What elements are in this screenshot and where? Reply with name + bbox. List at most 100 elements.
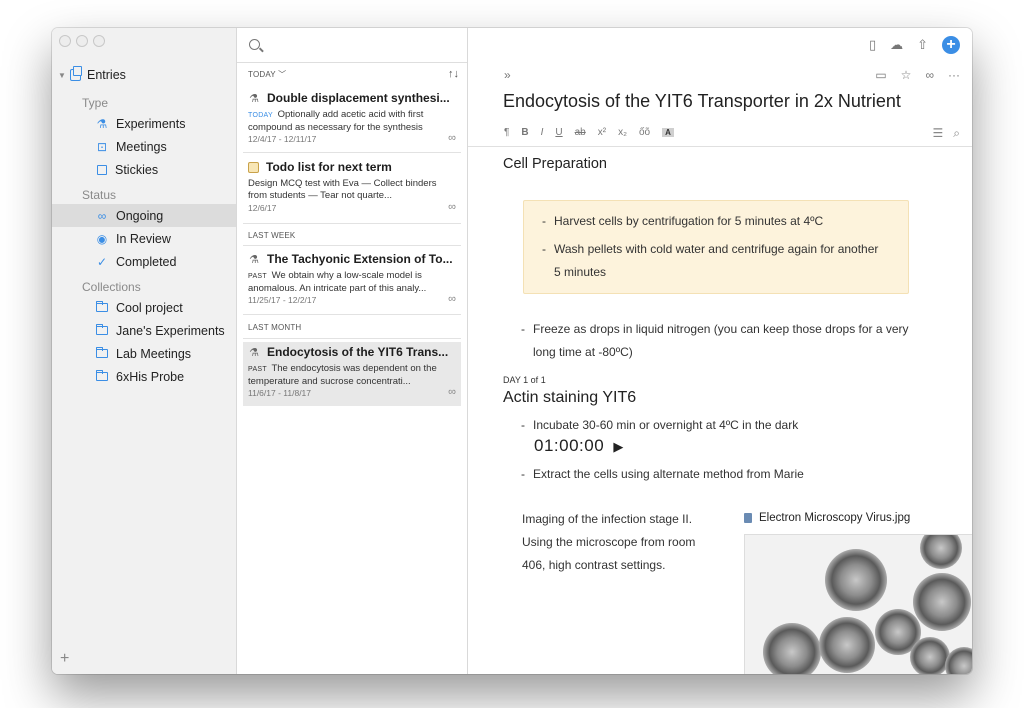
minimize-window-button[interactable]: [76, 35, 88, 47]
sidebar-item-label: Completed: [116, 254, 177, 269]
entries-icon: [70, 66, 82, 81]
flask-icon: ⚗: [96, 116, 108, 131]
list-item[interactable]: ⚗ Double displacement synthesi... TODAY …: [243, 90, 461, 145]
virus-particle: [819, 617, 875, 673]
sidebar-item-label: Experiments: [116, 116, 186, 131]
entry-title: The Tachyonic Extension of To...: [267, 252, 453, 266]
list-bullet[interactable]: - Extract the cells using alternate meth…: [521, 463, 941, 486]
divider: [243, 245, 461, 246]
list-item[interactable]: ⚗ The Tachyonic Extension of To... PAST …: [243, 251, 461, 306]
more-options-icon[interactable]: ···: [948, 68, 960, 82]
sidebar-item-ongoing[interactable]: ∞ Ongoing: [52, 204, 236, 227]
search-icon[interactable]: [249, 39, 260, 50]
find-icon[interactable]: ⌕: [953, 126, 960, 141]
bullet-dash: -: [521, 418, 525, 432]
share-icon[interactable]: ⇧: [917, 37, 928, 53]
entry-snippet-text: The endocytosis was dependent on the tem…: [248, 363, 437, 387]
entry-date: 11/6/17 - 11/8/17: [248, 388, 312, 398]
attachment-label[interactable]: Electron Microscopy Virus.jpg: [744, 512, 910, 524]
sidebar-item-experiments[interactable]: ⚗ Experiments: [52, 112, 236, 135]
callout-bullet[interactable]: - Wash pellets with cold water and centr…: [542, 238, 882, 284]
divider: [243, 152, 461, 153]
list-bullet[interactable]: - Freeze as drops in liquid nitrogen (yo…: [521, 318, 921, 364]
checkmark-icon: ✓: [96, 254, 108, 269]
entry-snippet-text: Design MCQ test with Eva — Collect binde…: [248, 178, 437, 201]
list-item[interactable]: Todo list for next term Design MCQ test …: [243, 159, 461, 214]
list-item[interactable]: ⚗ Endocytosis of the YIT6 Trans... PAST …: [243, 342, 461, 406]
new-entry-button[interactable]: +: [942, 36, 960, 54]
app-window: ▼ Entries Type ⚗ Experiments ⊡ Meetings …: [52, 28, 972, 674]
subscript-button[interactable]: x₂: [618, 127, 627, 138]
microscopy-image[interactable]: [744, 534, 972, 674]
eye-icon: ◉: [96, 231, 108, 246]
underline-button[interactable]: U: [555, 127, 562, 138]
entry-prefix: TODAY: [248, 112, 273, 119]
strikethrough-button[interactable]: ab: [575, 127, 586, 138]
timer[interactable]: 01:00:00 ▶: [534, 436, 624, 456]
cloud-sync-icon[interactable]: ☁: [890, 37, 903, 53]
flask-icon: ⚗: [249, 253, 259, 266]
sidebar-item-meetings[interactable]: ⊡ Meetings: [52, 135, 236, 158]
list-bullet[interactable]: - Incubate 30-60 min or overnight at 4ºC…: [521, 414, 941, 437]
section-heading[interactable]: Actin staining YIT6: [503, 389, 636, 407]
disclosure-triangle-icon[interactable]: ▼: [58, 71, 70, 80]
bullet-dash: -: [521, 322, 525, 336]
sidebar-entries-root[interactable]: ▼ Entries: [58, 66, 126, 82]
entry-snippet: PAST We obtain why a low-scale model is …: [248, 270, 456, 294]
folder-icon: [96, 347, 108, 358]
entry-date: 12/4/17 - 12/11/17: [248, 134, 317, 144]
divider: [243, 223, 461, 224]
document-title[interactable]: Endocytosis of the YIT6 Transporter in 2…: [503, 91, 901, 112]
entry-title: Todo list for next term: [266, 160, 392, 174]
sidebar-item-completed[interactable]: ✓ Completed: [52, 250, 236, 273]
bullet-dash: -: [542, 214, 546, 228]
play-icon[interactable]: ▶: [613, 439, 624, 454]
chemistry-button[interactable]: ốõ: [639, 127, 650, 138]
infinity-icon: ∞: [448, 386, 456, 398]
italic-button[interactable]: I: [541, 127, 544, 138]
add-collection-button[interactable]: +: [60, 650, 69, 668]
highlight-button[interactable]: A: [662, 128, 674, 137]
day-label: DAY 1 of 1: [503, 375, 546, 385]
sidebar-section-collections: Collections: [82, 280, 141, 294]
entry-snippet: TODAY Optionally add acetic acid with fi…: [248, 109, 456, 133]
top-toolbar: ▯ ☁ ⇧ +: [869, 36, 960, 54]
sidebar-item-label: In Review: [116, 231, 171, 246]
sidebar-item-lab-meetings[interactable]: Lab Meetings: [52, 342, 236, 365]
sidebar-toggle-icon[interactable]: ▯: [869, 37, 876, 53]
bullet-text: Wash pellets with cold water and centrif…: [554, 242, 879, 279]
sidebar-item-6xhis-probe[interactable]: 6xHis Probe: [52, 365, 236, 388]
outline-icon[interactable]: ☰: [933, 126, 944, 141]
close-window-button[interactable]: [59, 35, 71, 47]
callout-bullet[interactable]: - Harvest cells by centrifugation for 5 …: [542, 210, 882, 233]
entry-title-row: ⚗ Endocytosis of the YIT6 Trans...: [248, 344, 456, 360]
entry-snippet-text: We obtain why a low-scale model is anoma…: [248, 270, 427, 294]
entry-prefix: PAST: [248, 366, 267, 373]
sidebar-item-stickies[interactable]: Stickies: [52, 158, 236, 181]
bold-button[interactable]: B: [521, 127, 528, 138]
superscript-button[interactable]: x²: [598, 127, 606, 138]
entry-title: Endocytosis of the YIT6 Trans...: [267, 345, 449, 359]
sidebar-item-label: Lab Meetings: [116, 346, 192, 361]
section-heading[interactable]: Cell Preparation: [503, 156, 607, 172]
sidebar-item-cool-project[interactable]: Cool project: [52, 296, 236, 319]
folder-icon[interactable]: ▭: [875, 68, 886, 82]
imaging-paragraph[interactable]: Imaging of the infection stage II. Using…: [522, 508, 717, 577]
virus-particle: [913, 573, 971, 631]
group-header-last-week: LAST WEEK: [248, 231, 296, 240]
paragraph-button[interactable]: ¶: [504, 127, 509, 138]
zoom-window-button[interactable]: [93, 35, 105, 47]
divider: [243, 338, 461, 339]
sort-icon[interactable]: ↑↓: [448, 68, 459, 80]
image-file-icon: [744, 513, 752, 523]
group-header-today[interactable]: TODAY ﹀: [248, 69, 286, 80]
sidebar-item-in-review[interactable]: ◉ In Review: [52, 227, 236, 250]
bullet-text: Harvest cells by centrifugation for 5 mi…: [554, 214, 824, 228]
virus-particle: [910, 637, 950, 674]
entry-snippet-text: Optionally add acetic acid with first co…: [248, 109, 424, 133]
expand-chevron-icon[interactable]: »: [504, 68, 511, 82]
sidebar-item-janes-experiments[interactable]: Jane's Experiments: [52, 319, 236, 342]
star-icon[interactable]: ☆: [901, 68, 912, 82]
infinity-icon[interactable]: ∞: [925, 68, 934, 82]
bullet-text: Freeze as drops in liquid nitrogen (you …: [533, 322, 909, 359]
